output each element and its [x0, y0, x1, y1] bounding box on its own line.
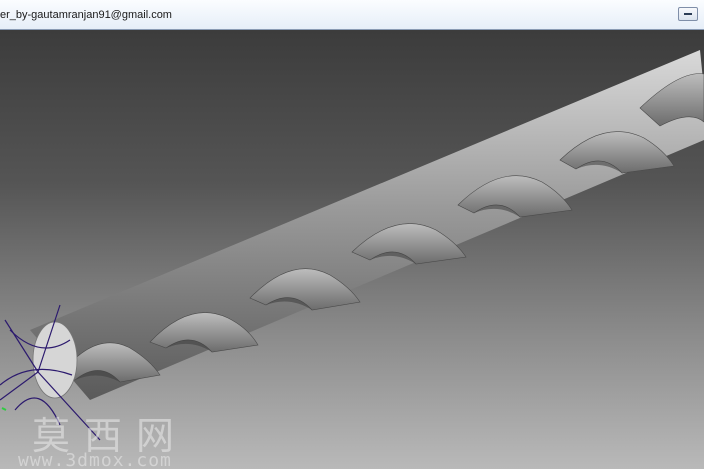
model-canvas — [0, 50, 704, 441]
minimize-icon[interactable] — [678, 7, 698, 21]
title-bar: er_by-gautamranjan91@gmail.com — [0, 0, 704, 30]
3d-viewport[interactable]: 莫西网 www.3dmox.com — [0, 30, 704, 469]
shaft-end-face[interactable] — [32, 321, 78, 399]
window-title: er_by-gautamranjan91@gmail.com — [0, 9, 172, 21]
y-axis-marker — [1, 407, 7, 411]
watermark-url: www.3dmox.com — [18, 450, 172, 469]
shaft-body[interactable] — [30, 50, 704, 400]
